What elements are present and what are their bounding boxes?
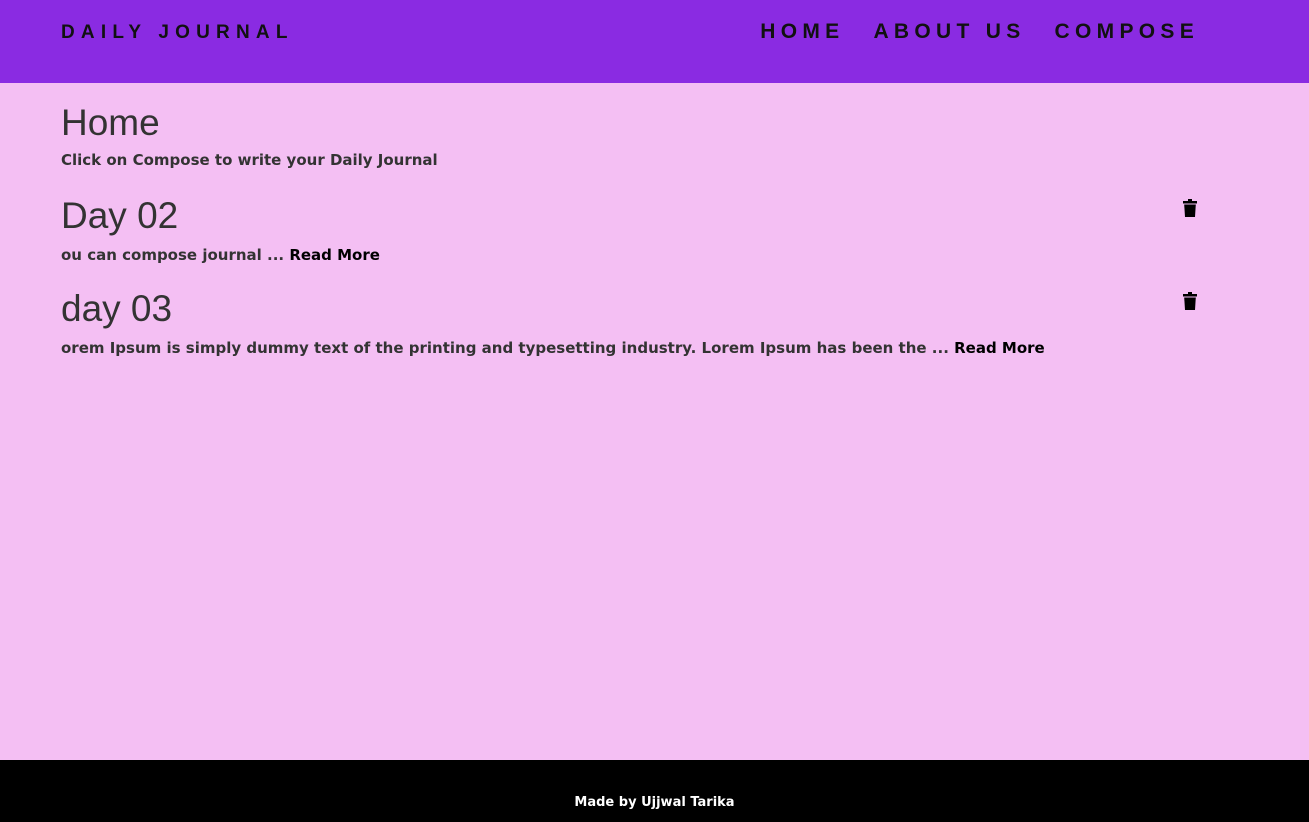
- post-excerpt-text: orem Ipsum is simply dummy text of the p…: [61, 339, 955, 357]
- post-excerpt-text: ou can compose journal ...: [61, 246, 290, 264]
- post-entry: day 03 orem Ipsum is simply dummy text o…: [61, 287, 1201, 358]
- intro-text: Click on Compose to write your Daily Jou…: [61, 151, 438, 169]
- nav-links: HOME ABOUT US COMPOSE: [760, 20, 1199, 44]
- nav-item-compose: COMPOSE: [1055, 20, 1199, 44]
- nav-link-home[interactable]: HOME: [760, 20, 844, 43]
- footer: Made by Ujjwal Tarika: [0, 760, 1309, 822]
- footer-credit: Made by Ujjwal Tarika: [574, 795, 735, 810]
- brand-link[interactable]: DAILY JOURNAL: [61, 22, 294, 44]
- post-excerpt: orem Ipsum is simply dummy text of the p…: [61, 338, 1201, 358]
- nav-link-compose[interactable]: COMPOSE: [1055, 20, 1199, 43]
- post-title: day 03: [61, 288, 173, 329]
- nav-item-home: HOME: [760, 20, 844, 44]
- trash-icon[interactable]: [1183, 292, 1197, 310]
- post-title: Day 02: [61, 195, 179, 236]
- nav-link-about-us[interactable]: ABOUT US: [873, 20, 1025, 43]
- read-more-link[interactable]: Read More: [954, 339, 1045, 357]
- nav-item-about-us: ABOUT US: [873, 20, 1025, 44]
- navbar: DAILY JOURNAL HOME ABOUT US COMPOSE: [0, 0, 1309, 83]
- post-entry: Day 02 ou can compose journal ... Read M…: [61, 194, 1201, 265]
- trash-icon[interactable]: [1183, 199, 1197, 217]
- read-more-link[interactable]: Read More: [289, 246, 380, 264]
- main-content: Home Click on Compose to write your Dail…: [61, 101, 1201, 358]
- page-title: Home: [61, 102, 160, 143]
- post-excerpt: ou can compose journal ... Read More: [61, 245, 1201, 265]
